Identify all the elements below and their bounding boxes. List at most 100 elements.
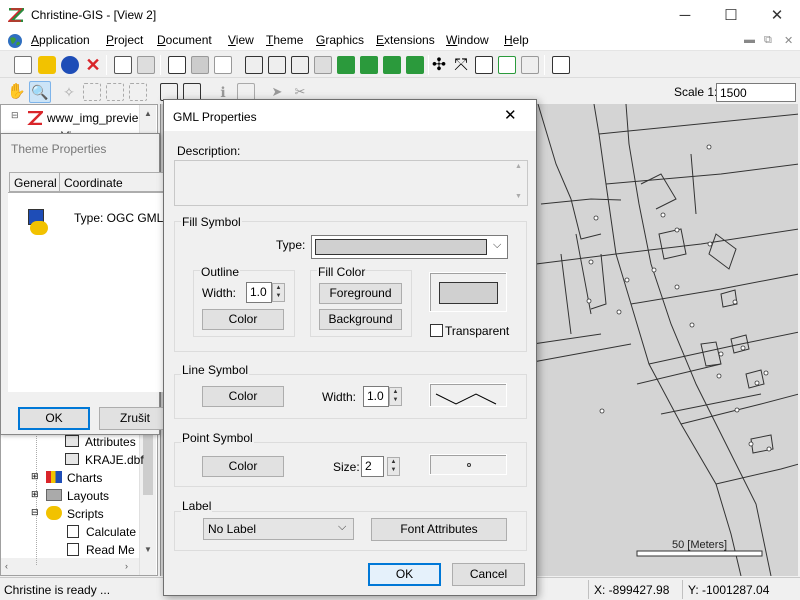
add-theme-icon[interactable] — [38, 56, 56, 74]
dialog-title: Theme Properties — [11, 142, 107, 156]
menu-help[interactable]: Help — [504, 33, 529, 47]
layer-copy-icon[interactable] — [314, 56, 332, 74]
select-circle-icon[interactable] — [129, 83, 147, 101]
tree-item[interactable]: KRAJE.dbf — [85, 453, 144, 467]
zoom-extent-icon[interactable]: ⤧ — [452, 56, 470, 74]
font-attributes-button[interactable]: Font Attributes — [371, 518, 507, 541]
menu-application[interactable]: Application — [31, 33, 90, 47]
dialog-close-icon[interactable]: ✕ — [504, 106, 517, 124]
window-title: Christine-GIS - [View 2] — [31, 8, 157, 22]
app-logo-icon — [27, 111, 43, 125]
zoom-selected-icon[interactable] — [475, 56, 493, 74]
line-width-label: Width: — [322, 390, 357, 404]
point-size-input[interactable]: 2 — [361, 456, 384, 477]
fill-type-select[interactable]: ⌵ — [311, 235, 508, 259]
mdi-restore-button[interactable]: ⧉ — [764, 34, 772, 47]
menu-graphics[interactable]: Graphics — [316, 33, 364, 47]
foreground-button[interactable]: Foreground — [319, 283, 402, 304]
tree-collapse-icon[interactable]: ⊟ — [31, 507, 39, 518]
menu-view[interactable]: View — [228, 33, 254, 47]
maximize-button[interactable]: ☐ — [708, 0, 754, 31]
query-builder-icon[interactable] — [168, 56, 186, 74]
scroll-up-icon[interactable]: ▲ — [515, 163, 522, 170]
properties-icon[interactable] — [114, 56, 132, 74]
tree-collapse-icon[interactable]: ⊟ — [11, 110, 19, 121]
outline-width-input[interactable]: 1.0 — [246, 282, 272, 303]
tree-item[interactable]: Charts — [67, 471, 102, 485]
edit-legend-icon[interactable] — [191, 56, 209, 74]
background-button[interactable]: Background — [319, 309, 402, 330]
select-tool-icon[interactable] — [83, 83, 101, 101]
outline-color-button[interactable]: Color — [202, 309, 284, 330]
y-coordinate: Y: -1001287.04 — [688, 583, 770, 597]
description-textarea[interactable]: ▲ ▼ — [174, 160, 528, 206]
menu-document[interactable]: Document — [157, 33, 212, 47]
menu-theme[interactable]: Theme — [266, 33, 303, 47]
move-left-icon[interactable] — [337, 56, 355, 74]
scale-input[interactable] — [716, 83, 796, 102]
label-select[interactable]: No Label ⌵ — [203, 518, 354, 540]
vertex-tool-icon[interactable]: ✧ — [60, 83, 78, 101]
move-up-icon[interactable] — [360, 56, 378, 74]
fill-type-preview — [315, 239, 487, 255]
move-down-icon[interactable] — [383, 56, 401, 74]
select-poly-icon[interactable] — [106, 83, 124, 101]
tree-item[interactable]: Layouts — [67, 489, 109, 503]
tree-item[interactable]: Read Me — [86, 543, 135, 557]
fill-symbol-label: Fill Symbol — [181, 215, 242, 229]
pan-hand-icon[interactable]: ✋ — [7, 83, 26, 101]
print-icon[interactable] — [552, 56, 570, 74]
fill-preview — [429, 272, 507, 312]
size-label: Size: — [333, 460, 360, 474]
tree-expand-icon[interactable]: ⊞ — [31, 489, 39, 500]
ok-button[interactable]: OK — [18, 407, 90, 430]
zoom-in-icon[interactable]: 🔍 — [29, 81, 51, 103]
tab-coordinate-system[interactable]: Coordinate System — [59, 172, 169, 204]
transparent-checkbox[interactable] — [430, 324, 443, 337]
move-right-icon[interactable] — [406, 56, 424, 74]
close-button[interactable]: ✕ — [754, 0, 800, 31]
mdi-close-button[interactable]: ✕ — [784, 34, 793, 47]
tree-horizontal-scrollbar[interactable]: ‹ › — [1, 558, 139, 575]
x-coordinate: X: -899427.98 — [594, 583, 670, 597]
scroll-down-icon[interactable]: ▼ — [515, 193, 522, 200]
cancel-button[interactable]: Zrušit — [99, 407, 171, 430]
layer-icon[interactable] — [245, 56, 263, 74]
chevron-down-icon: ⌵ — [493, 239, 502, 251]
point-color-button[interactable]: Color — [202, 456, 284, 477]
tree-expand-icon[interactable]: ⊞ — [31, 471, 39, 482]
table-icon[interactable] — [137, 56, 155, 74]
tab-general[interactable]: General — [9, 172, 62, 192]
layer-remove-icon[interactable] — [291, 56, 309, 74]
outline-width-stepper[interactable]: ▲ ▼ — [272, 283, 285, 302]
scrollbar-thumb[interactable] — [143, 435, 153, 495]
new-document-icon[interactable] — [214, 56, 232, 74]
save-icon[interactable] — [14, 56, 32, 74]
zoom-full-icon[interactable]: ✣ — [430, 56, 448, 74]
gear-icon — [30, 221, 48, 235]
menu-project[interactable]: Project — [106, 33, 143, 47]
minimize-button[interactable]: ─ — [662, 0, 708, 31]
menu-window[interactable]: Window — [446, 33, 489, 47]
menu-extensions[interactable]: Extensions — [376, 33, 435, 47]
mdi-minimize-button[interactable]: ▬ — [744, 34, 755, 46]
line-color-button[interactable]: Color — [202, 386, 284, 407]
ok-button[interactable]: OK — [368, 563, 441, 586]
gml-properties-dialog: GML Properties ✕ Description: ▲ ▼ Fill S… — [163, 99, 537, 596]
toolbar-separator — [544, 55, 545, 75]
line-width-input[interactable]: 1.0 — [363, 386, 389, 407]
tree-item[interactable]: Scripts — [67, 507, 104, 521]
tree-item[interactable]: Calculate — [86, 525, 136, 539]
refresh-icon[interactable] — [498, 56, 516, 74]
menu-bar: Application Project Document View Theme … — [0, 31, 800, 51]
delete-icon[interactable]: ✕ — [84, 56, 102, 74]
theme-on-icon[interactable] — [61, 56, 79, 74]
cancel-button[interactable]: Cancel — [452, 563, 525, 586]
dialog-title: GML Properties — [173, 110, 257, 124]
tree-project-item[interactable]: www_img_previe — [47, 111, 138, 125]
point-size-stepper[interactable]: ▲ ▼ — [387, 457, 400, 476]
layer-add-icon[interactable] — [268, 56, 286, 74]
zoom-previous-icon[interactable] — [521, 56, 539, 74]
line-width-stepper[interactable]: ▲ ▼ — [389, 387, 402, 406]
tree-item[interactable]: Attributes — [85, 435, 136, 449]
